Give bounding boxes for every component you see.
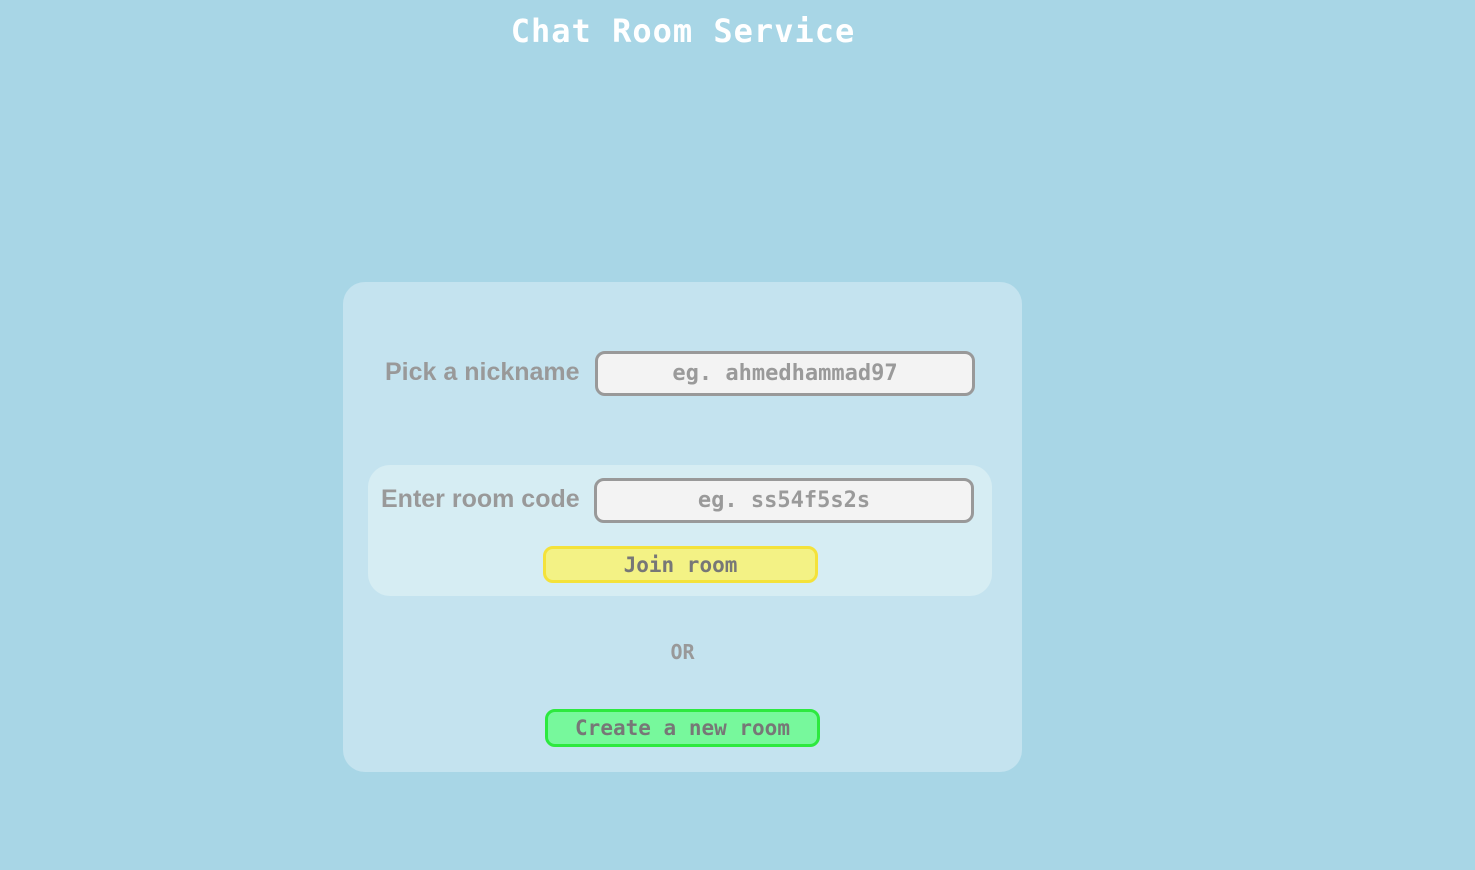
- or-separator: OR: [670, 640, 695, 664]
- nickname-input[interactable]: [595, 351, 975, 396]
- entry-card: Pick a nickname Enter room code Join roo…: [343, 282, 1022, 772]
- join-room-panel: Enter room code Join room: [368, 465, 992, 596]
- nickname-label: Pick a nickname: [385, 358, 580, 386]
- join-room-button[interactable]: Join room: [543, 546, 818, 583]
- page-title: Chat Room Service: [510, 12, 856, 50]
- create-room-button[interactable]: Create a new room: [545, 709, 820, 747]
- page: Chat Room Service Pick a nickname Enter …: [0, 0, 1475, 870]
- room-code-label: Enter room code: [381, 485, 580, 513]
- room-code-input[interactable]: [594, 478, 974, 523]
